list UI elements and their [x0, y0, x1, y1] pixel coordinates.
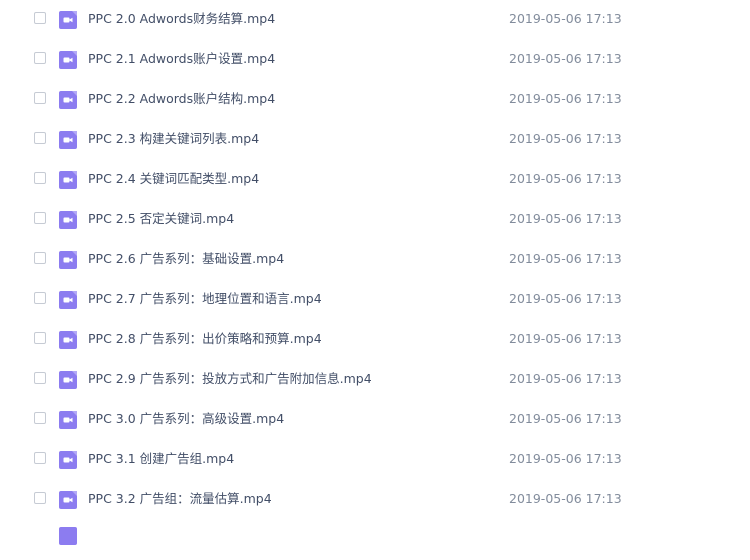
file-row[interactable]: PPC 2.4 关键词匹配类型.mp4 2019-05-06 17:13 [0, 160, 750, 200]
row-checkbox[interactable] [34, 372, 46, 384]
video-file-icon[interactable] [59, 491, 77, 509]
file-row[interactable]: PPC 3.2 广告组：流量估算.mp4 2019-05-06 17:13 [0, 480, 750, 520]
video-file-icon[interactable] [59, 171, 77, 189]
file-row[interactable]: PPC 3.1 创建广告组.mp4 2019-05-06 17:13 [0, 440, 750, 480]
file-name[interactable]: PPC 2.4 关键词匹配类型.mp4 [88, 170, 259, 188]
file-date: 2019-05-06 17:13 [509, 91, 622, 106]
file-date: 2019-05-06 17:13 [509, 51, 622, 66]
file-name[interactable]: PPC 3.0 广告系列：高级设置.mp4 [88, 410, 284, 428]
row-checkbox[interactable] [34, 332, 46, 344]
file-name[interactable]: PPC 3.1 创建广告组.mp4 [88, 450, 234, 468]
file-row[interactable]: PPC 3.0 广告系列：高级设置.mp4 2019-05-06 17:13 [0, 400, 750, 440]
video-file-icon[interactable] [59, 51, 77, 69]
row-checkbox[interactable] [34, 412, 46, 424]
file-name[interactable]: PPC 2.6 广告系列：基础设置.mp4 [88, 250, 284, 268]
file-row[interactable]: PPC 2.7 广告系列：地理位置和语言.mp4 2019-05-06 17:1… [0, 280, 750, 320]
row-checkbox[interactable] [34, 12, 46, 24]
file-name[interactable]: PPC 2.5 否定关键词.mp4 [88, 210, 234, 228]
file-date: 2019-05-06 17:13 [509, 11, 622, 26]
video-file-icon[interactable] [59, 411, 77, 429]
file-row[interactable]: PPC 2.8 广告系列：出价策略和预算.mp4 2019-05-06 17:1… [0, 320, 750, 360]
video-file-icon[interactable] [59, 451, 77, 469]
file-name[interactable]: PPC 2.1 Adwords账户设置.mp4 [88, 50, 275, 68]
row-checkbox[interactable] [34, 92, 46, 104]
file-name[interactable]: PPC 2.3 构建关键词列表.mp4 [88, 130, 259, 148]
file-list: PPC 2.0 Adwords财务结算.mp4 2019-05-06 17:13… [0, 0, 750, 530]
row-checkbox[interactable] [34, 212, 46, 224]
file-date: 2019-05-06 17:13 [509, 331, 622, 346]
file-row[interactable]: PPC 2.5 否定关键词.mp4 2019-05-06 17:13 [0, 200, 750, 240]
file-name[interactable]: PPC 2.7 广告系列：地理位置和语言.mp4 [88, 290, 322, 308]
video-file-icon[interactable] [59, 11, 77, 29]
file-row[interactable]: PPC 2.2 Adwords账户结构.mp4 2019-05-06 17:13 [0, 80, 750, 120]
file-date: 2019-05-06 17:13 [509, 131, 622, 146]
video-file-icon[interactable] [59, 131, 77, 149]
row-checkbox[interactable] [34, 292, 46, 304]
row-checkbox[interactable] [34, 452, 46, 464]
video-file-icon[interactable] [59, 371, 77, 389]
video-file-icon[interactable] [59, 211, 77, 229]
video-file-icon[interactable] [59, 251, 77, 269]
row-checkbox[interactable] [34, 252, 46, 264]
file-date: 2019-05-06 17:13 [509, 451, 622, 466]
video-file-icon[interactable] [59, 331, 77, 349]
file-date: 2019-05-06 17:13 [509, 171, 622, 186]
file-row[interactable]: PPC 2.1 Adwords账户设置.mp4 2019-05-06 17:13 [0, 40, 750, 80]
file-row[interactable]: PPC 2.0 Adwords财务结算.mp4 2019-05-06 17:13 [0, 0, 750, 40]
row-checkbox[interactable] [34, 172, 46, 184]
file-date: 2019-05-06 17:13 [509, 371, 622, 386]
file-date: 2019-05-06 17:13 [509, 291, 622, 306]
row-checkbox[interactable] [34, 492, 46, 504]
video-file-icon[interactable] [59, 291, 77, 309]
file-name[interactable]: PPC 2.9 广告系列：投放方式和广告附加信息.mp4 [88, 370, 372, 388]
row-checkbox[interactable] [34, 52, 46, 64]
file-date: 2019-05-06 17:13 [509, 491, 622, 506]
file-name[interactable]: PPC 2.0 Adwords财务结算.mp4 [88, 10, 275, 28]
file-date: 2019-05-06 17:13 [509, 411, 622, 426]
file-date: 2019-05-06 17:13 [509, 251, 622, 266]
row-checkbox[interactable] [34, 132, 46, 144]
file-name[interactable]: PPC 2.8 广告系列：出价策略和预算.mp4 [88, 330, 322, 348]
file-row[interactable]: PPC 2.9 广告系列：投放方式和广告附加信息.mp4 2019-05-06 … [0, 360, 750, 400]
file-row-partial[interactable] [0, 520, 750, 560]
file-row[interactable]: PPC 2.6 广告系列：基础设置.mp4 2019-05-06 17:13 [0, 240, 750, 280]
video-file-icon[interactable] [59, 91, 77, 109]
file-name[interactable]: PPC 3.2 广告组：流量估算.mp4 [88, 490, 272, 508]
file-row[interactable]: PPC 2.3 构建关键词列表.mp4 2019-05-06 17:13 [0, 120, 750, 160]
file-date: 2019-05-06 17:13 [509, 211, 622, 226]
file-name[interactable]: PPC 2.2 Adwords账户结构.mp4 [88, 90, 275, 108]
